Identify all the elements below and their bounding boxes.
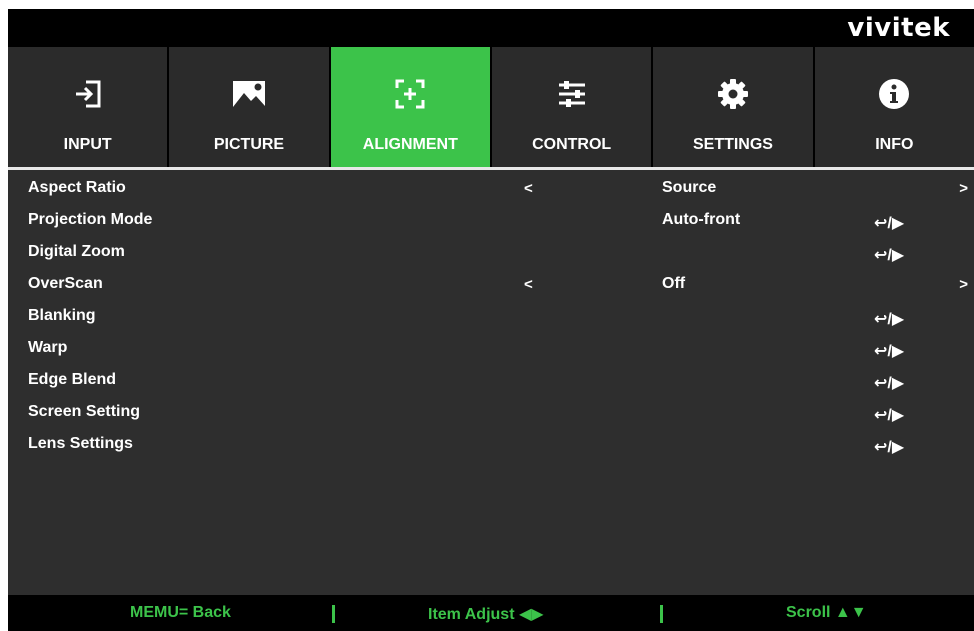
brand-logo: vivitek — [847, 13, 950, 43]
decrease-arrow[interactable]: < — [524, 276, 533, 293]
osd-window: vivitek INPUT PICTURE ALIGNMENT CONTROL … — [8, 9, 974, 631]
menu-item-blanking[interactable]: Blanking ↩/▶ — [8, 302, 974, 334]
alignment-icon — [331, 77, 490, 111]
menu-item-label: Edge Blend — [28, 371, 117, 388]
menu-item-label: OverScan — [28, 275, 103, 292]
help-item-adjust: Item Adjust ◀▶ — [428, 606, 544, 623]
help-separator — [660, 605, 663, 623]
menu-item-label: Warp — [28, 339, 68, 356]
enter-submenu-icon[interactable]: ↩/▶ — [874, 437, 904, 457]
help-separator — [332, 605, 335, 623]
menu-item-value: Off — [662, 275, 686, 292]
menu-item-label: Aspect Ratio — [28, 179, 126, 196]
tab-control[interactable]: CONTROL — [491, 47, 652, 167]
tab-info[interactable]: INFO — [814, 47, 974, 167]
gear-icon — [653, 77, 812, 111]
help-scroll: Scroll ▲▼ — [786, 604, 867, 621]
enter-submenu-icon[interactable]: ↩/▶ — [874, 245, 904, 265]
tab-label: INPUT — [63, 136, 112, 153]
help-bar: MEMU= Back Item Adjust ◀▶ Scroll ▲▼ — [8, 595, 974, 631]
tab-label: INFO — [875, 136, 914, 153]
menu-item-screen-setting[interactable]: Screen Setting ↩/▶ — [8, 398, 974, 430]
menu-item-value: Auto-front — [662, 211, 741, 228]
menu-list: Aspect Ratio < Source > Projection Mode … — [8, 167, 974, 598]
menu-item-overscan[interactable]: OverScan < Off > — [8, 270, 974, 302]
menu-item-digital-zoom[interactable]: Digital Zoom ↩/▶ — [8, 238, 974, 270]
control-sliders-icon — [492, 77, 651, 111]
enter-submenu-icon[interactable]: ↩/▶ — [874, 405, 904, 425]
menu-item-label: Blanking — [28, 307, 96, 324]
tab-settings[interactable]: SETTINGS — [653, 47, 813, 167]
tab-bar: INPUT PICTURE ALIGNMENT CONTROL SETTINGS… — [8, 47, 974, 167]
top-bar: vivitek — [8, 9, 974, 47]
tab-input[interactable]: INPUT — [8, 47, 168, 167]
menu-item-projection-mode[interactable]: Projection Mode Auto-front ↩/▶ — [8, 206, 974, 238]
menu-item-label: Screen Setting — [28, 403, 141, 420]
picture-icon — [169, 77, 328, 111]
increase-arrow[interactable]: > — [959, 180, 968, 197]
increase-arrow[interactable]: > — [959, 276, 968, 293]
enter-submenu-icon[interactable]: ↩/▶ — [874, 213, 904, 233]
menu-item-aspect-ratio[interactable]: Aspect Ratio < Source > — [8, 174, 974, 206]
tab-picture[interactable]: PICTURE — [169, 47, 329, 167]
menu-item-edge-blend[interactable]: Edge Blend ↩/▶ — [8, 366, 974, 398]
menu-item-warp[interactable]: Warp ↩/▶ — [8, 334, 974, 366]
decrease-arrow[interactable]: < — [524, 180, 533, 197]
menu-item-label: Projection Mode — [28, 211, 153, 228]
tab-label: PICTURE — [213, 136, 285, 153]
menu-item-value: Source — [662, 179, 717, 196]
input-icon — [8, 77, 167, 111]
info-icon — [815, 77, 974, 111]
enter-submenu-icon[interactable]: ↩/▶ — [874, 309, 904, 329]
enter-submenu-icon[interactable]: ↩/▶ — [874, 341, 904, 361]
menu-item-lens-settings[interactable]: Lens Settings ↩/▶ — [8, 430, 974, 462]
menu-item-label: Lens Settings — [28, 435, 133, 452]
enter-submenu-icon[interactable]: ↩/▶ — [874, 373, 904, 393]
help-back: MEMU= Back — [130, 604, 231, 621]
menu-item-label: Digital Zoom — [28, 243, 125, 260]
tab-alignment[interactable]: ALIGNMENT — [330, 47, 490, 167]
tab-label: CONTROL — [532, 136, 612, 153]
tab-label: SETTINGS — [692, 136, 773, 153]
tab-label: ALIGNMENT — [362, 136, 458, 153]
